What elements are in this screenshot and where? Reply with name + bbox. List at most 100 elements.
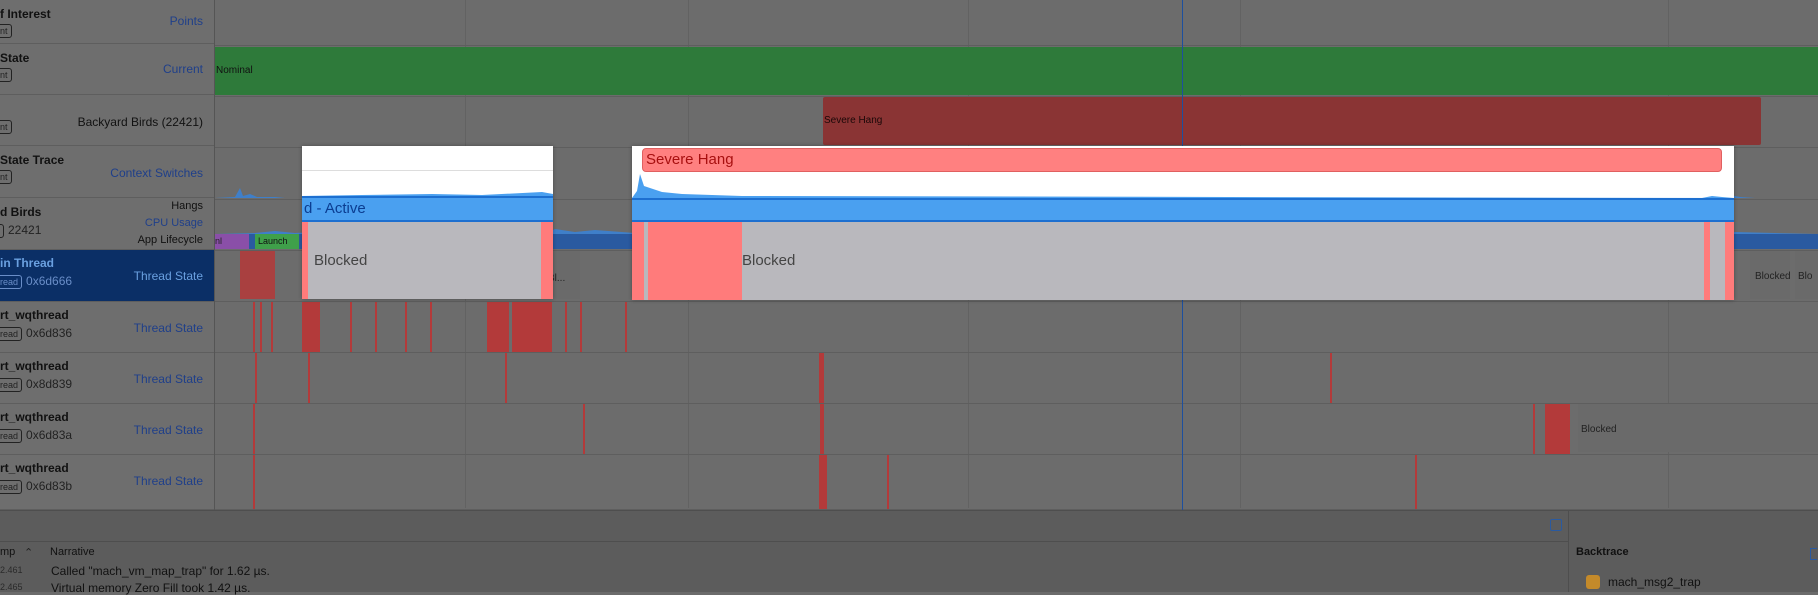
track-badge-row: nt [0,170,16,184]
active-state-bar[interactable] [632,198,1734,222]
track-title: State Trace [0,153,65,167]
wqthread-2-lane[interactable] [215,353,1818,404]
track-type-badge: nt [0,24,12,38]
running-mark [302,302,320,352]
track-label-main-thread-selected[interactable]: in Thread read 0x6d666 Thread State [0,250,214,302]
track-mode-thread-state[interactable]: Thread State [134,372,203,386]
severe-hang-interval[interactable]: Severe Hang [823,97,1761,145]
zoom-popup-left: d - Active Blocked [302,146,553,299]
blocked-interval-right[interactable]: Blocked [1750,251,1791,299]
track-label-points-of-interest[interactable]: f Interest nt Points [0,0,214,44]
running-mark [820,404,824,454]
metric-app-lifecycle-label: App Lifecycle [137,234,203,246]
running-mark [1545,404,1570,454]
track-label-app[interactable]: d Birds ​ 22421 Hangs CPU Usage App Lifec… [0,198,214,250]
track-label-thermal-state[interactable]: State nt Current [0,44,214,95]
running-interval [1725,222,1734,300]
track-mode-context-switches[interactable]: Context Switches [110,166,203,180]
running-mark [430,302,432,352]
lifecycle-launch-segment[interactable]: Launch [255,234,299,249]
track-label-wqthread-2[interactable]: rt_wqthread read 0x8d839 Thread State [0,353,214,404]
running-interval [672,222,742,300]
metric-cpu-usage-label[interactable]: CPU Usage [145,217,203,229]
running-mark [625,302,627,352]
nominal-label: Nominal [216,65,253,76]
track-mode-thread-state[interactable]: Thread State [134,423,203,437]
track-mode-thread-state[interactable]: Thread State [134,474,203,488]
track-badge-row: read 0x6d836 [0,326,72,341]
thread-id: 0x6d83b [26,479,73,493]
running-mark [887,455,889,509]
track-title: f Interest [0,7,51,21]
popup-blocked-area [632,222,1734,300]
backtrace-options-icon[interactable] [1810,548,1817,560]
track-type-badge: read [0,429,23,443]
inspector-toggle-icon[interactable] [1550,519,1562,531]
track-type-badge: ​ [0,224,4,238]
track-label-process[interactable]: nt Backyard Birds (22421) [0,95,214,146]
running-mark [253,455,255,509]
process-hang-lane[interactable]: Severe Hang [215,97,1818,148]
severe-hang-label: Severe Hang [824,115,883,126]
nominal-state-bar[interactable]: Nominal [215,47,1818,95]
wqthread-3-lane[interactable]: Blocked [215,404,1818,455]
running-mark [819,353,824,403]
running-interval[interactable] [240,251,275,299]
thermal-state-lane[interactable]: Nominal [215,46,1818,97]
narrative-row[interactable]: Called "mach_vm_map_trap" for 1.62 µs. [51,564,270,578]
popup-cpu-graph [302,192,553,196]
blocked-label: Blocked [314,252,368,269]
sort-chevron-icon[interactable]: ⌃ [24,546,33,559]
running-mark [512,302,552,352]
track-type-badge: nt [0,120,12,134]
running-mark [819,455,827,509]
blocked-label: Blocked [742,252,796,269]
column-timestamp-header[interactable]: mp [0,546,15,558]
track-label-wqthread-3[interactable]: rt_wqthread read 0x6d83a Thread State [0,404,214,455]
running-edge [541,222,553,299]
track-mode-points[interactable]: Points [170,14,203,28]
running-mark [580,302,582,352]
blocked-interval-edge[interactable]: Blo [1795,251,1818,299]
running-mark [1415,455,1417,509]
track-badge-row: ​ 22421 [0,223,41,238]
track-title: rt_wqthread [0,461,69,475]
thread-id: 0x6d836 [26,326,73,340]
track-mode-thread-state[interactable]: Thread State [134,321,203,335]
thread-id: 0x8d839 [26,377,73,391]
track-type-badge: read [0,327,23,341]
track-mode-current[interactable]: Current [163,62,203,76]
track-label-wqthread-4[interactable]: rt_wqthread read 0x6d83b Thread State [0,455,214,510]
column-narrative-header[interactable]: Narrative [50,546,95,558]
track-title: rt_wqthread [0,308,69,322]
running-interval [1704,222,1710,300]
track-badge-row: read 0x6d666 [0,274,72,289]
thread-id: 0x6d83a [26,428,73,442]
backtrace-divider [1568,511,1569,592]
track-mode-thread-state[interactable]: Thread State [134,269,203,283]
backtrace-frame[interactable]: mach_msg2_trap [1608,575,1701,589]
zoom-popup-right: Severe Hang Blocked [632,146,1734,300]
narrative-row[interactable]: Virtual memory Zero Fill took 1.42 µs. [51,581,250,595]
track-label-state-trace[interactable]: State Trace nt Context Switches [0,146,214,198]
metric-hangs-label: Hangs [171,200,203,212]
track-type-badge: read [0,378,23,392]
lifecycle-init-segment[interactable]: nl [215,234,249,249]
track-badge-row: read 0x6d83b [0,479,72,494]
active-state-bar[interactable]: d - Active [302,196,553,222]
running-mark [583,404,585,454]
wqthread-1-lane[interactable] [215,302,1818,353]
blocked-interval[interactable]: Blocked [1578,404,1818,452]
track-title: rt_wqthread [0,410,69,424]
track-badge-row: read 0x8d839 [0,377,72,392]
track-badge-row: read 0x6d83a [0,428,72,443]
running-interval [648,222,672,300]
track-title: d Birds [0,205,42,219]
wqthread-4-lane[interactable] [215,455,1818,510]
running-mark [253,404,255,454]
running-interval [632,222,644,300]
running-mark [487,302,509,352]
points-of-interest-lane[interactable] [215,0,1818,46]
running-mark [1533,404,1535,454]
track-label-wqthread-1[interactable]: rt_wqthread read 0x6d836 Thread State [0,302,214,353]
